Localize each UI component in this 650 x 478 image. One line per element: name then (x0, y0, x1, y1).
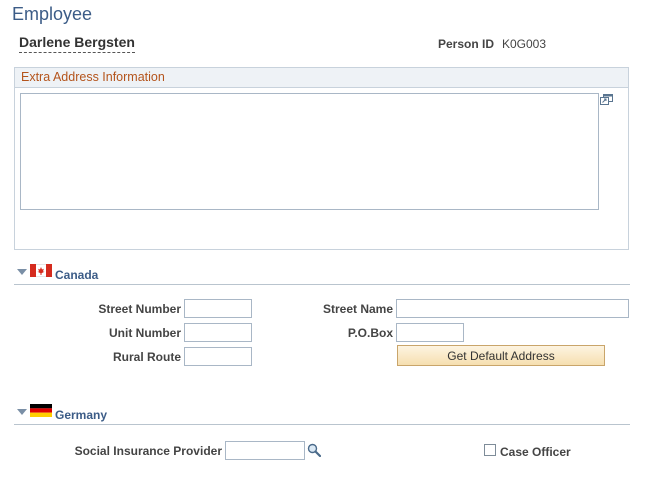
germany-section-title: Germany (55, 408, 108, 422)
germany-flag-icon (30, 404, 52, 417)
page-title: Employee (12, 4, 93, 24)
po-box-label: P.O.Box (347, 326, 393, 340)
germany-divider (14, 424, 630, 425)
social-insurance-provider-input[interactable] (225, 441, 305, 460)
canada-collapse-icon[interactable] (17, 269, 27, 275)
extra-address-title: Extra Address Information (21, 70, 165, 84)
case-officer-checkbox[interactable] (484, 444, 496, 456)
canada-section-title: Canada (55, 268, 99, 282)
unit-number-input[interactable] (184, 323, 252, 342)
street-number-label: Street Number (98, 302, 181, 316)
street-name-input[interactable] (396, 299, 629, 318)
unit-number-label: Unit Number (109, 326, 181, 340)
expand-window-icon[interactable] (600, 94, 613, 105)
rural-route-input[interactable] (184, 347, 252, 366)
person-id-label: Person ID (438, 37, 495, 51)
person-id-value: K0G003 (502, 37, 547, 51)
canada-divider (14, 284, 630, 285)
canada-flag-icon (30, 264, 52, 277)
get-default-address-button[interactable]: Get Default Address (397, 345, 605, 366)
case-officer-label: Case Officer (500, 445, 571, 459)
social-insurance-provider-label: Social Insurance Provider (74, 444, 222, 458)
employee-name: Darlene Bergsten (19, 34, 135, 53)
street-name-label: Street Name (322, 302, 393, 316)
germany-collapse-icon[interactable] (17, 409, 27, 415)
magnifier-icon[interactable] (307, 443, 321, 457)
street-number-input[interactable] (184, 299, 252, 318)
po-box-input[interactable] (396, 323, 464, 342)
extra-address-textarea[interactable] (20, 93, 599, 210)
rural-route-label: Rural Route (112, 350, 181, 364)
